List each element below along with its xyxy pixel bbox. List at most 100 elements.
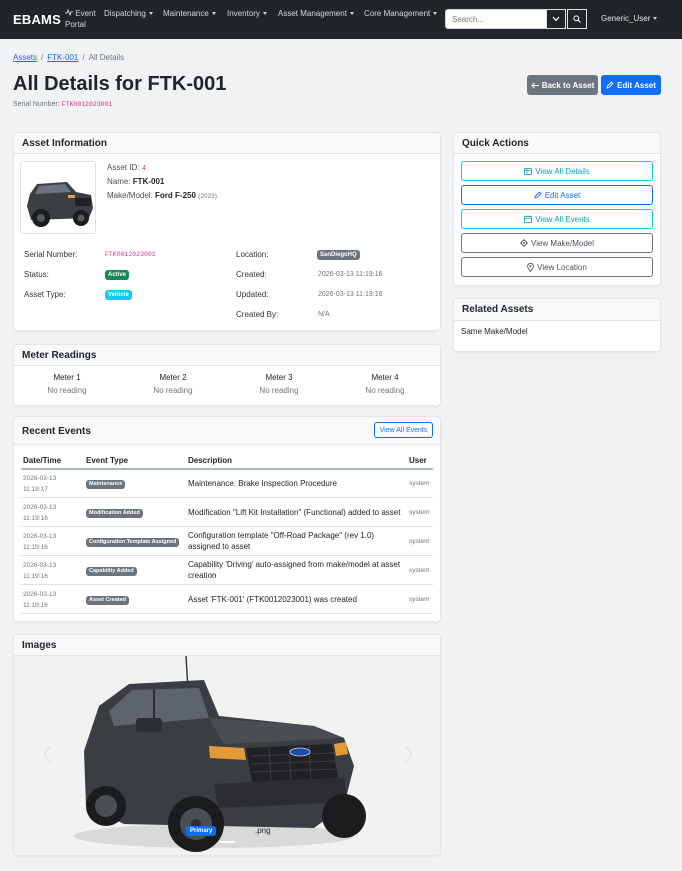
nav-portal-label: Portal xyxy=(65,20,86,29)
serial-number-value: FTK0012023001 xyxy=(61,101,113,108)
pencil-icon xyxy=(606,81,614,89)
images-card: Images Primary .png xyxy=(13,634,441,856)
primary-badge: Primary xyxy=(186,826,217,836)
location-badge[interactable]: SanDiegoHQ xyxy=(317,250,360,260)
col-header-description: Description xyxy=(188,456,233,465)
gear-icon xyxy=(520,239,528,247)
nav-event-label: Event xyxy=(75,9,96,18)
edit-asset-button[interactable]: Edit Asset xyxy=(601,75,661,95)
event-date-time: 11:19:16 xyxy=(23,573,48,580)
model-year: (2023) xyxy=(198,193,217,200)
created-label: Created: xyxy=(236,270,267,279)
meter-title: Meter 4 xyxy=(371,373,399,382)
asset-id-label: Asset ID: xyxy=(107,163,140,172)
meter-readings-header: Meter Readings xyxy=(14,345,440,366)
make-model-value: Ford F-250 xyxy=(155,191,196,200)
table-icon xyxy=(524,167,533,175)
row-divider xyxy=(21,555,433,556)
same-make-model-label: Same Make/Model xyxy=(461,327,528,336)
carousel-indicator-active[interactable] xyxy=(220,841,235,843)
event-date-time: 11:19:16 xyxy=(23,602,48,609)
activity-icon xyxy=(65,8,75,18)
table-header-divider xyxy=(21,468,433,470)
view-location-button[interactable]: View Location xyxy=(461,257,653,277)
asset-name-value: FTK-001 xyxy=(132,177,165,186)
event-type-badge: Modification Added xyxy=(86,509,143,518)
brand-logo[interactable]: EBAMS xyxy=(13,12,61,27)
view-all-details-label: View All Details xyxy=(535,166,590,176)
quick-edit-asset-button[interactable]: Edit Asset xyxy=(461,185,653,205)
created-by-label: Created By: xyxy=(236,310,279,319)
serial-label: Serial Number: xyxy=(24,250,78,259)
asset-name-row: Name: FTK-001 xyxy=(107,177,164,186)
image-carousel[interactable]: Primary .png xyxy=(14,655,440,855)
event-date-day: 2026-03-13 xyxy=(23,475,57,482)
image-filename: .png xyxy=(255,826,271,835)
event-description: Configuration template "Off-Road Package… xyxy=(188,531,375,551)
nav-core-management[interactable]: Core Management xyxy=(364,8,438,19)
view-make-model-button[interactable]: View Make/Model xyxy=(461,233,653,253)
nav-event-portal[interactable]: Event Portal xyxy=(65,8,96,30)
serial-number-line: Serial Number: FTK0012023001 xyxy=(13,101,112,108)
search-icon xyxy=(573,15,581,23)
event-description: Capability 'Driving' auto-assigned from … xyxy=(188,560,401,580)
view-location-label: View Location xyxy=(537,262,587,272)
related-assets-card: Related Assets Same Make/Model xyxy=(453,298,661,352)
make-model-row: Make/Model: Ford F-250 (2023) xyxy=(107,191,217,200)
search-button[interactable] xyxy=(567,9,587,29)
event-user: system xyxy=(409,538,430,545)
breadcrumb-assets-link[interactable]: Assets xyxy=(13,53,37,62)
chevron-down-icon xyxy=(433,12,438,15)
asset-id-value: 4 xyxy=(141,165,146,173)
asset-type-label: Asset Type: xyxy=(24,290,66,299)
meter-reading: No reading xyxy=(365,386,405,395)
nav-inventory[interactable]: Inventory xyxy=(227,8,267,19)
chevron-down-icon xyxy=(349,12,354,15)
nav-asset-management[interactable]: Asset Management xyxy=(278,8,354,19)
col-header-user: User xyxy=(409,456,427,465)
chevron-down-icon xyxy=(653,17,658,20)
event-user: system xyxy=(409,596,430,603)
images-header: Images xyxy=(14,635,440,656)
created-by-value: N/A xyxy=(318,311,330,318)
nav-asset-management-label: Asset Management xyxy=(278,9,347,18)
event-date-day: 2026-03-13 xyxy=(23,504,57,511)
event-description: Modification "Lift Kit Installation" (Fu… xyxy=(188,508,401,517)
search-input[interactable] xyxy=(445,9,547,29)
event-user: system xyxy=(409,567,430,574)
back-to-asset-button[interactable]: Back to Asset xyxy=(527,75,598,95)
status-label: Status: xyxy=(24,270,49,279)
user-menu[interactable]: Generic_User xyxy=(601,14,658,23)
event-type-badge: Asset Created xyxy=(86,596,129,605)
asset-name-label: Name: xyxy=(107,177,131,186)
asset-information-header: Asset Information xyxy=(14,133,440,154)
nav-dispatching[interactable]: Dispatching xyxy=(104,8,153,19)
user-name: Generic_User xyxy=(601,14,651,23)
serial-number-label: Serial Number: xyxy=(13,101,60,108)
event-date-day: 2026-03-13 xyxy=(23,591,57,598)
breadcrumb-separator: / xyxy=(41,53,44,62)
top-navbar: EBAMS Event Portal Dispatching Maintenan… xyxy=(0,0,682,39)
updated-value: 2026-03-13 11:19:16 xyxy=(318,291,383,298)
nav-maintenance-label: Maintenance xyxy=(163,9,209,18)
row-divider xyxy=(21,497,433,498)
breadcrumb-asset-link[interactable]: FTK-001 xyxy=(47,53,78,62)
event-date-day: 2026-03-13 xyxy=(23,533,57,540)
breadcrumb-separator: / xyxy=(82,53,85,62)
nav-inventory-label: Inventory xyxy=(227,9,260,18)
row-divider xyxy=(21,584,433,585)
asset-thumbnail[interactable] xyxy=(20,161,96,234)
row-divider xyxy=(21,613,433,614)
view-all-events-button[interactable]: View All Events xyxy=(374,422,433,438)
created-value: 2026-03-13 11:19:16 xyxy=(318,271,383,278)
chevron-down-icon xyxy=(262,12,267,15)
col-header-event-type: Event Type xyxy=(86,456,129,465)
asset-id-row: Asset ID: 4 xyxy=(107,163,146,173)
event-user: system xyxy=(409,509,430,516)
truck-image xyxy=(14,655,440,855)
view-all-details-button[interactable]: View All Details xyxy=(461,161,653,181)
quick-view-all-events-button[interactable]: View All Events xyxy=(461,209,653,229)
search-dropdown-button[interactable] xyxy=(546,9,566,29)
edit-asset-label: Edit Asset xyxy=(617,80,656,90)
nav-maintenance[interactable]: Maintenance xyxy=(163,8,216,19)
